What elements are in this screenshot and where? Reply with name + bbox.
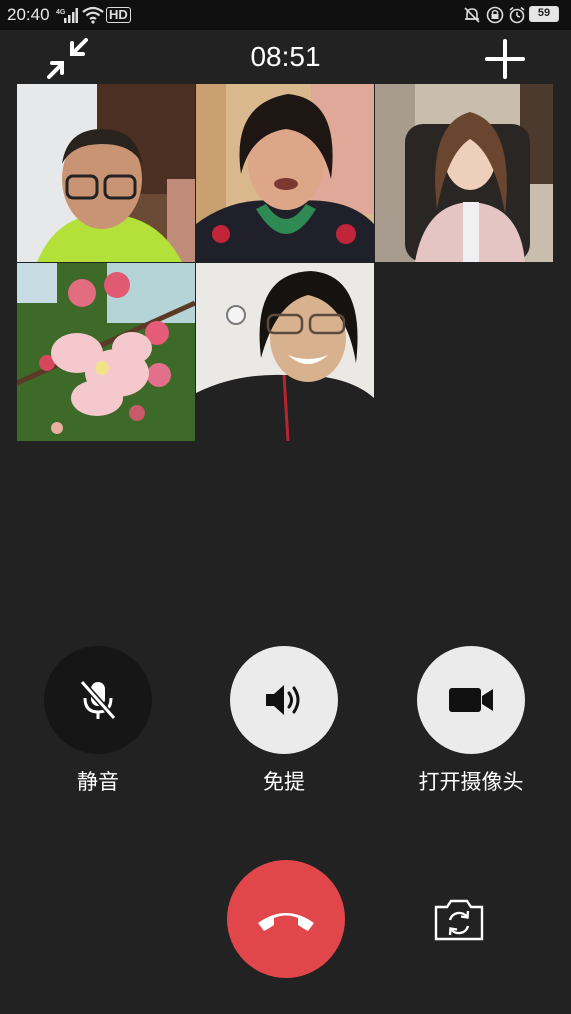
- end-call-icon: [258, 913, 314, 931]
- battery-level: 59: [537, 7, 551, 19]
- add-participant-button[interactable]: [482, 36, 528, 82]
- speaker-button[interactable]: [230, 646, 338, 754]
- status-bar: 20:40 4G HD 59: [0, 0, 571, 30]
- participant-video-2[interactable]: [196, 84, 374, 262]
- switch-camera-button[interactable]: [432, 897, 486, 943]
- signal-icon: 4G: [56, 8, 78, 23]
- mute-label: 静音: [77, 770, 119, 794]
- participant-video-1[interactable]: [17, 84, 195, 262]
- camera-button[interactable]: [417, 646, 525, 754]
- speaker-label: 免提: [263, 770, 305, 794]
- speaker-icon: [266, 685, 300, 715]
- microphone-off-icon: [79, 680, 117, 720]
- video-camera-icon: [449, 688, 493, 712]
- hd-badge: HD: [106, 7, 131, 23]
- hang-up-button[interactable]: [227, 860, 345, 978]
- plus-icon: [485, 39, 525, 79]
- wifi-icon: [82, 6, 104, 24]
- participant-video-4[interactable]: [17, 263, 195, 441]
- participant-video-3[interactable]: [375, 84, 553, 262]
- rotation-lock-icon: [486, 6, 504, 24]
- participant-video-5[interactable]: [196, 263, 374, 441]
- status-time: 20:40: [7, 5, 50, 24]
- network-type-label: 4G: [56, 9, 66, 16]
- camera-label: 打开摄像头: [418, 770, 524, 794]
- alarm-icon: [509, 6, 525, 24]
- battery-indicator: 59: [529, 6, 559, 22]
- switch-camera-icon: [434, 899, 484, 941]
- silent-bell-icon: [464, 7, 480, 23]
- mute-button[interactable]: [44, 646, 152, 754]
